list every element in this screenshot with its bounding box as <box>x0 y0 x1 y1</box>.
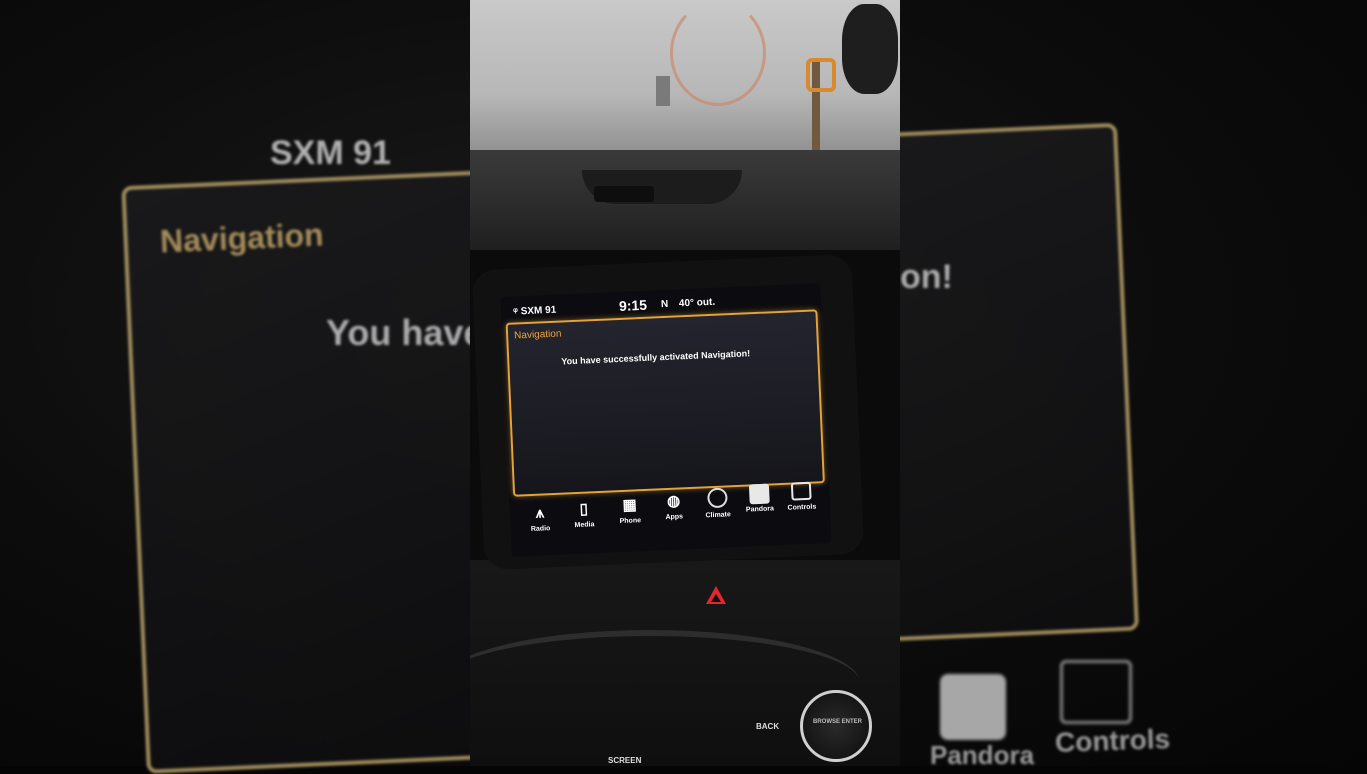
popup-message: You have successfully activated Navigati… <box>561 348 751 367</box>
background-pandora-label: Pandora <box>930 740 1035 770</box>
pandora-icon <box>748 483 770 505</box>
garage-outlet <box>656 76 670 106</box>
status-time: 9:15 <box>618 296 648 314</box>
hazard-triangle-icon <box>711 594 721 602</box>
infotainment-screen: ᵠ SXM 91 9:15 N 40° out. Navigation You … <box>500 283 832 557</box>
radio-tower-icon: ⩚ <box>535 504 545 522</box>
background-controls-tile <box>1060 660 1132 724</box>
status-radio-label: SXM 91 <box>520 304 557 318</box>
dashboard-vent-slot <box>594 186 654 202</box>
dock-pandora-label: Pandora <box>745 505 775 514</box>
background-right-frame <box>869 122 1139 642</box>
dock-controls-label: Controls <box>787 503 817 512</box>
knob-label: BROWSE ENTER <box>813 719 863 725</box>
background-controls-label: Controls <box>1054 723 1171 758</box>
background-pandora-tile <box>940 674 1006 740</box>
dock-climate[interactable]: Climate <box>697 487 738 520</box>
background-message-right: on! <box>900 258 953 296</box>
dock-radio-label: Radio <box>530 525 551 533</box>
screen-button[interactable]: SCREEN <box>608 756 641 765</box>
dock-phone-label: Phone <box>619 517 642 526</box>
dock-pandora[interactable]: Pandora <box>739 483 780 514</box>
garage-shovel-head <box>806 58 836 92</box>
dock-climate-label: Climate <box>705 511 731 520</box>
dock-apps[interactable]: ◍ Apps <box>653 491 694 522</box>
dock-radio[interactable]: ⩚ Radio <box>520 503 561 534</box>
dock-media[interactable]: ▯ Media <box>563 499 604 530</box>
phone-icon: ▦ <box>622 496 638 514</box>
media-phone-icon: ▯ <box>579 500 589 518</box>
back-button[interactable]: BACK <box>756 722 779 731</box>
dock-phone[interactable]: ▦ Phone <box>609 495 650 526</box>
popup-title: Navigation <box>513 328 562 342</box>
navigation-popup: Navigation You have successfully activat… <box>505 309 825 497</box>
background-status-text: SXM 91 <box>270 134 391 172</box>
garage-hose <box>670 0 766 106</box>
status-radio[interactable]: ᵠ SXM 91 <box>513 305 557 318</box>
browse-enter-knob[interactable]: BROWSE ENTER <box>800 690 872 762</box>
dashboard-photo: ᵠ SXM 91 9:15 N 40° out. Navigation You … <box>470 0 900 766</box>
status-temperature: 40° out. <box>678 296 716 310</box>
dock-media-label: Media <box>574 521 595 530</box>
garage-bag <box>842 4 898 94</box>
status-direction: N <box>660 298 669 311</box>
dock-apps-label: Apps <box>665 513 684 522</box>
background-message-left: You have <box>326 312 484 353</box>
background-title: Navigation <box>159 216 325 260</box>
apps-icon: ◍ <box>666 492 681 511</box>
climate-icon <box>707 487 728 509</box>
background-left-frame <box>121 170 515 774</box>
dock-controls[interactable]: Controls <box>781 479 822 512</box>
controls-icon <box>790 481 812 501</box>
